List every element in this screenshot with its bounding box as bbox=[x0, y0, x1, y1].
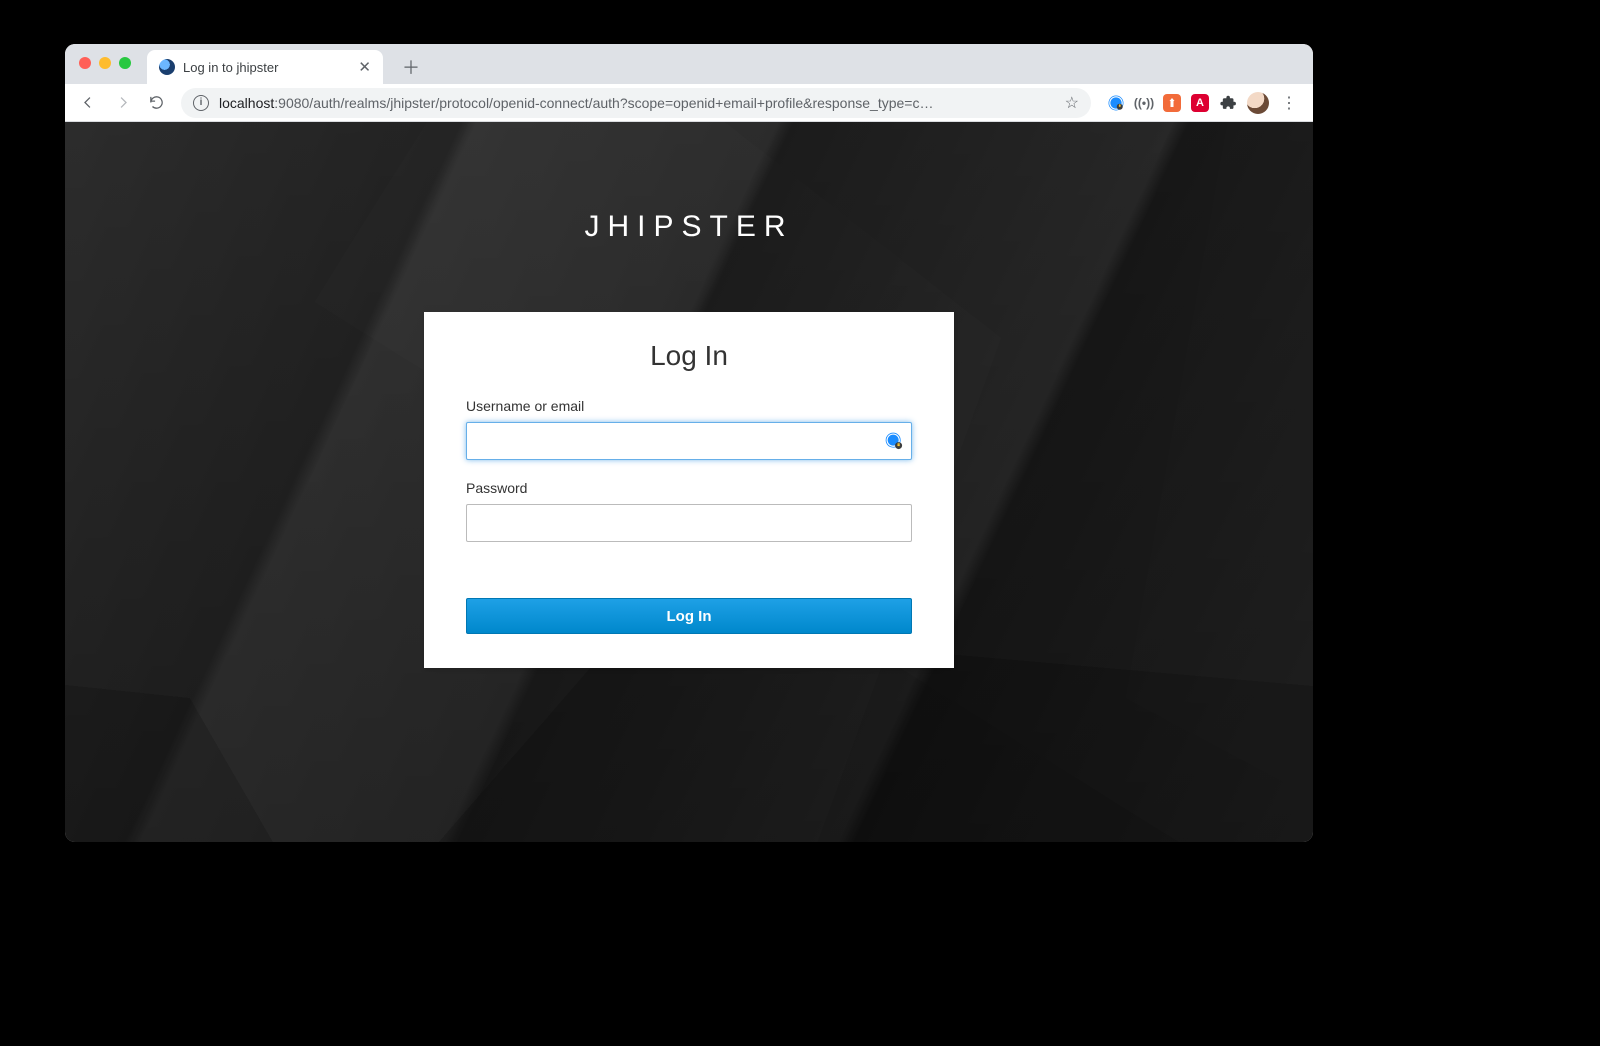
login-card: Log In Username or email bbox=[424, 312, 954, 668]
profile-avatar[interactable] bbox=[1247, 92, 1269, 114]
lighthouse-icon[interactable] bbox=[1163, 94, 1181, 112]
browser-tab[interactable]: Log in to jhipster ✕ bbox=[147, 50, 383, 84]
browsersync-icon[interactable]: ((•)) bbox=[1135, 94, 1153, 112]
address-rest: :9080/auth/realms/jhipster/protocol/open… bbox=[274, 95, 933, 111]
page-viewport: JHIPSTER Log In Username or email bbox=[65, 122, 1313, 842]
tab-favicon-icon bbox=[159, 59, 175, 75]
address-host: localhost bbox=[219, 95, 274, 111]
window-controls bbox=[79, 57, 131, 69]
extension-icons: ((•)) A ⋮ bbox=[1101, 92, 1305, 114]
window-maximize-icon[interactable] bbox=[119, 57, 131, 69]
username-input[interactable] bbox=[466, 422, 912, 460]
password-input[interactable] bbox=[466, 504, 912, 542]
close-tab-icon[interactable]: ✕ bbox=[358, 58, 371, 76]
forward-icon bbox=[107, 88, 137, 118]
address-url: localhost:9080/auth/realms/jhipster/prot… bbox=[219, 95, 1057, 111]
browser-window: Log in to jhipster ✕ ＋ i localhost:9080/… bbox=[65, 44, 1313, 842]
window-minimize-icon[interactable] bbox=[99, 57, 111, 69]
new-tab-icon[interactable]: ＋ bbox=[397, 53, 425, 81]
site-info-icon[interactable]: i bbox=[193, 95, 209, 111]
login-button[interactable]: Log In bbox=[466, 598, 912, 634]
username-field: Username or email bbox=[466, 398, 912, 460]
username-label: Username or email bbox=[466, 398, 912, 414]
password-label: Password bbox=[466, 480, 912, 496]
extensions-icon[interactable] bbox=[1219, 94, 1237, 112]
login-heading: Log In bbox=[466, 340, 912, 372]
window-close-icon[interactable] bbox=[79, 57, 91, 69]
angular-icon[interactable]: A bbox=[1191, 94, 1209, 112]
onepassword-icon[interactable] bbox=[1107, 94, 1125, 112]
browser-toolbar: i localhost:9080/auth/realms/jhipster/pr… bbox=[65, 84, 1313, 122]
back-icon[interactable] bbox=[73, 88, 103, 118]
tab-strip: Log in to jhipster ✕ ＋ bbox=[65, 44, 1313, 84]
realm-title: JHIPSTER bbox=[65, 210, 1313, 244]
tab-title: Log in to jhipster bbox=[183, 60, 348, 75]
onepassword-inline-icon[interactable] bbox=[884, 431, 904, 451]
address-bar[interactable]: i localhost:9080/auth/realms/jhipster/pr… bbox=[181, 88, 1091, 118]
star-icon[interactable]: ☆ bbox=[1065, 93, 1079, 113]
reload-icon[interactable] bbox=[141, 88, 171, 118]
browser-menu-icon[interactable]: ⋮ bbox=[1279, 93, 1299, 113]
password-field: Password bbox=[466, 480, 912, 542]
